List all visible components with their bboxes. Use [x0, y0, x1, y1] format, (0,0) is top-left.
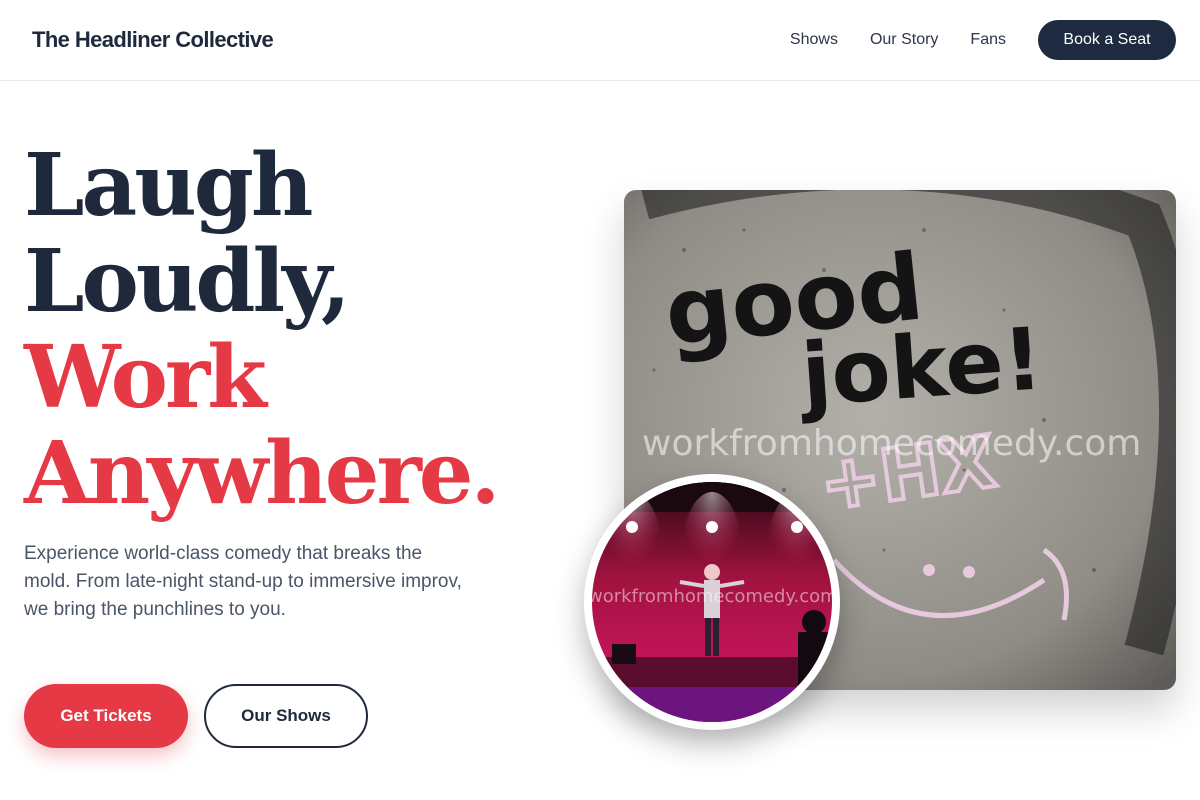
main-nav: Shows Our Story Fans Book a Seat — [790, 20, 1176, 60]
main-photo-watermark: workfromhomecomedy.com — [642, 423, 1141, 464]
nav-link-shows[interactable]: Shows — [790, 31, 838, 49]
hero-title-line-3: Work — [24, 327, 267, 428]
hero-title-line-4: Anywhere. — [24, 423, 500, 524]
hero-title: Laugh Loudly, Work Anywhere. — [24, 138, 564, 522]
stage-photo: workfromhomecomedy.com — [584, 474, 840, 730]
book-seat-button[interactable]: Book a Seat — [1038, 20, 1176, 60]
hero-title-line-2: Loudly, — [24, 231, 351, 332]
nav-link-our-story[interactable]: Our Story — [870, 31, 938, 49]
stage-photo-watermark: workfromhomecomedy.com — [592, 586, 832, 607]
get-tickets-button[interactable]: Get Tickets — [24, 684, 188, 748]
hero-title-line-1: Laugh — [24, 135, 313, 236]
brand-logo[interactable]: The Headliner Collective — [32, 27, 274, 53]
nav-link-fans[interactable]: Fans — [970, 31, 1006, 49]
hero-description: Experience world-class comedy that break… — [24, 543, 462, 620]
graffiti-text-line-2: joke! — [795, 309, 1045, 426]
our-shows-button[interactable]: Our Shows — [204, 684, 368, 748]
stage-photo-frame: workfromhomecomedy.com — [592, 482, 832, 722]
site-header: The Headliner Collective Shows Our Story… — [0, 0, 1200, 81]
